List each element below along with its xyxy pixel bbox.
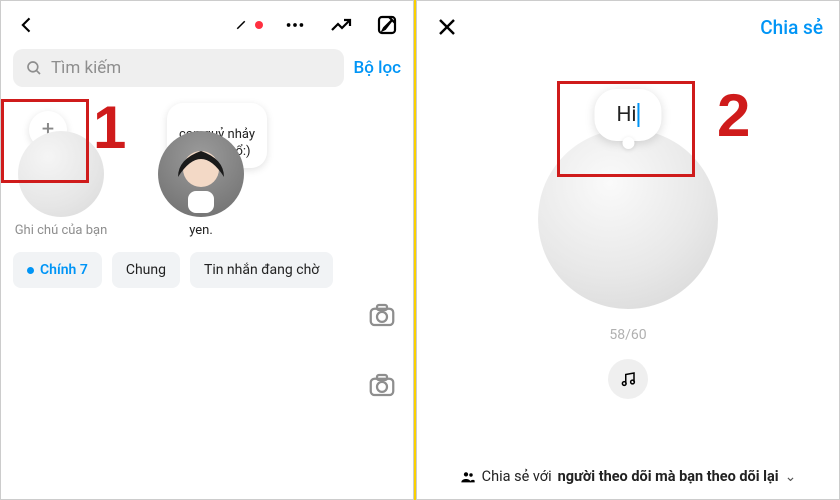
- tab-requests[interactable]: Tin nhắn đang chờ: [190, 252, 333, 288]
- pen-dot-icon[interactable]: [235, 11, 263, 39]
- search-placeholder: Tìm kiếm: [51, 58, 121, 78]
- text-caret: [638, 103, 640, 127]
- panel-divider: [414, 0, 416, 500]
- audience-selector[interactable]: Chia sẻ với người theo dõi mà bạn theo d…: [417, 468, 839, 485]
- chat-row-1[interactable]: [1, 288, 413, 342]
- search-icon: [25, 59, 43, 77]
- tab-primary[interactable]: Chính 7: [13, 252, 102, 288]
- note-input-bubble[interactable]: Hi: [594, 89, 661, 141]
- friend-avatar: [158, 131, 244, 217]
- footer-audience: người theo dõi mà bạn theo dõi lại: [558, 468, 779, 485]
- back-button[interactable]: [13, 11, 41, 39]
- people-icon: [460, 469, 476, 485]
- friend-name: yen.: [189, 223, 213, 238]
- camera-icon: [367, 300, 397, 330]
- your-note-label: Ghi chú của bạn: [15, 223, 108, 238]
- char-count: 58/60: [609, 327, 646, 343]
- tab-primary-label: Chính 7: [40, 262, 88, 278]
- tab-requests-label: Tin nhắn đang chờ: [204, 262, 319, 278]
- more-icon[interactable]: [281, 11, 309, 39]
- chevron-down-icon: ⌄: [785, 469, 797, 485]
- filter-link[interactable]: Bộ lọc: [354, 58, 401, 78]
- trending-icon[interactable]: [327, 11, 355, 39]
- compose-icon[interactable]: [373, 11, 401, 39]
- music-icon: [619, 370, 637, 388]
- unread-dot-small: [27, 267, 34, 274]
- close-button[interactable]: [433, 13, 461, 41]
- your-avatar: [18, 131, 104, 217]
- footer-prefix: Chia sẻ với: [482, 468, 552, 485]
- step-number-1: 1: [93, 93, 126, 162]
- step-number-2: 2: [717, 81, 750, 150]
- your-avatar-large: [538, 129, 718, 309]
- chat-row-2[interactable]: [1, 342, 413, 412]
- unread-dot: [255, 21, 263, 29]
- add-music-button[interactable]: [608, 359, 648, 399]
- friend-note-item[interactable]: con quỷ nhảy bên cửa sổ:) yen.: [131, 105, 271, 238]
- tab-general-label: Chung: [126, 262, 166, 278]
- note-input-text: Hi: [616, 103, 636, 127]
- tab-general[interactable]: Chung: [112, 252, 180, 288]
- share-button[interactable]: Chia sẻ: [760, 16, 823, 39]
- search-input[interactable]: Tìm kiếm: [13, 49, 344, 87]
- camera-icon: [367, 370, 397, 400]
